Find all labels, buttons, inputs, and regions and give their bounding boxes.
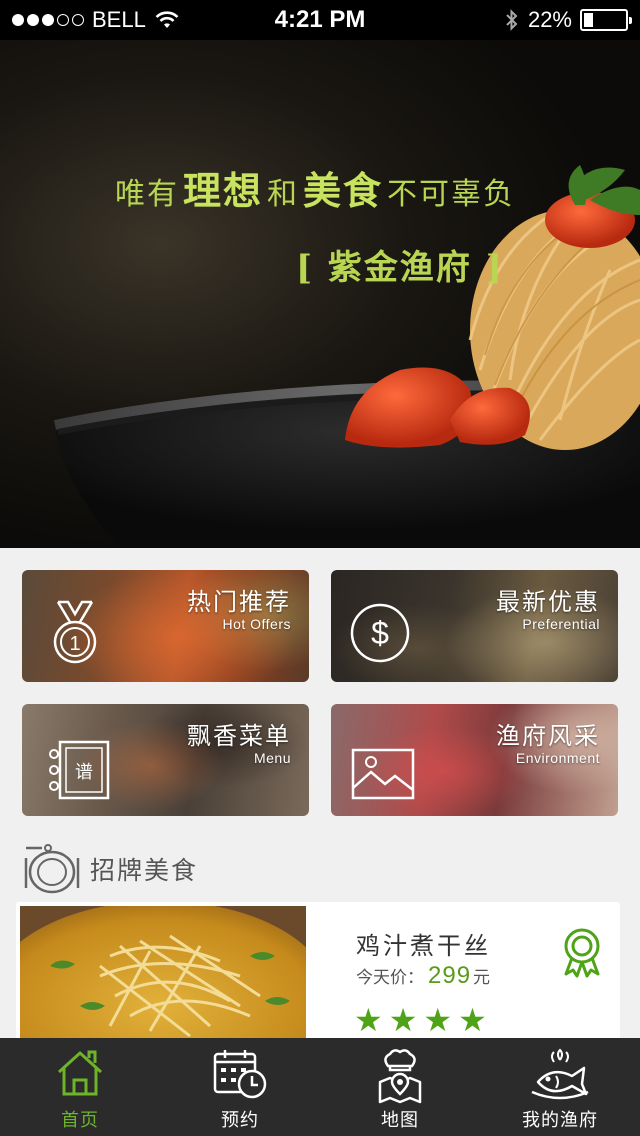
section-header: 招牌美食 xyxy=(22,844,198,894)
plate-cloche-icon xyxy=(24,844,80,894)
feature-card-environment[interactable]: 渔府风采 Environment xyxy=(331,704,618,816)
card-title: 飘香菜单 xyxy=(187,722,291,750)
tab-label: 我的渔府 xyxy=(522,1110,598,1131)
star-icon: ★ xyxy=(388,1001,418,1039)
dish-photo xyxy=(20,906,306,1042)
battery-icon xyxy=(580,9,632,31)
feature-card-menu[interactable]: 谱 飘香菜单 Menu xyxy=(22,704,309,816)
svg-text:谱: 谱 xyxy=(75,762,93,783)
hero-slogan: 唯有 理想和美食 不可辜负 xyxy=(114,168,516,213)
battery-percent: 22% xyxy=(527,7,572,32)
dish-name: 鸡汁煮干丝 xyxy=(356,932,491,960)
card-title: 渔府风采 xyxy=(496,722,600,750)
star-icon: ★ xyxy=(423,1001,453,1039)
signature-dish-card[interactable]: 鸡汁煮干丝 今天价： 299 元 ★ ★ ★ ★ xyxy=(16,902,620,1042)
svg-text:$: $ xyxy=(371,615,389,651)
status-bar: BELL 4:21 PM 22% xyxy=(0,0,640,40)
tab-label: 首页 xyxy=(61,1110,99,1131)
hero-brand-name: [ 紫金渔府 ] xyxy=(296,248,504,288)
card-title: 热门推荐 xyxy=(187,588,291,616)
rating-stars: ★ ★ ★ ★ xyxy=(354,1004,487,1036)
home-icon xyxy=(57,1050,103,1096)
price-unit: 元 xyxy=(473,968,491,988)
award-ribbon-icon xyxy=(564,928,600,978)
tab-map[interactable]: 地图 xyxy=(320,1038,480,1136)
star-icon: ★ xyxy=(458,1001,487,1039)
tab-label: 地图 xyxy=(381,1110,419,1131)
picture-icon xyxy=(351,748,415,800)
fish-dish-icon xyxy=(531,1048,589,1100)
dish-price: 今天价： 299 元 xyxy=(356,962,490,990)
tab-label: 预约 xyxy=(221,1110,259,1131)
tab-home[interactable]: 首页 xyxy=(0,1038,160,1136)
card-subtitle: Menu xyxy=(253,750,291,766)
star-icon: ★ xyxy=(354,1001,383,1039)
calendar-clock-icon xyxy=(213,1050,267,1099)
menu-book-icon: 谱 xyxy=(49,740,110,800)
section-title: 招牌美食 xyxy=(90,856,199,885)
tab-bar: 首页 预约 地图 我的渔府 xyxy=(0,1038,640,1136)
dollar-icon: $ xyxy=(350,603,410,663)
medal-icon: 1 xyxy=(53,600,97,664)
chef-map-icon xyxy=(378,1049,422,1104)
status-right: 22% xyxy=(504,7,632,33)
hero-banner[interactable]: 唯有 理想和美食 不可辜负 [ 紫金渔府 ] xyxy=(0,40,640,548)
card-subtitle: Hot Offers xyxy=(222,616,291,632)
card-subtitle: Preferential xyxy=(522,616,600,632)
card-title: 最新优惠 xyxy=(496,588,600,616)
price-value: 299 xyxy=(428,962,472,989)
tab-my-profile[interactable]: 我的渔府 xyxy=(480,1038,640,1136)
card-subtitle: Environment xyxy=(515,750,600,766)
price-label: 今天价： xyxy=(356,968,424,988)
svg-text:1: 1 xyxy=(69,633,80,655)
feature-card-preferential[interactable]: $ 最新优惠 Preferential xyxy=(331,570,618,682)
feature-card-hot-offers[interactable]: 1 热门推荐 Hot Offers xyxy=(22,570,309,682)
tab-booking[interactable]: 预约 xyxy=(160,1038,320,1136)
hero-pasta-image xyxy=(54,165,640,548)
bluetooth-icon xyxy=(506,9,518,31)
